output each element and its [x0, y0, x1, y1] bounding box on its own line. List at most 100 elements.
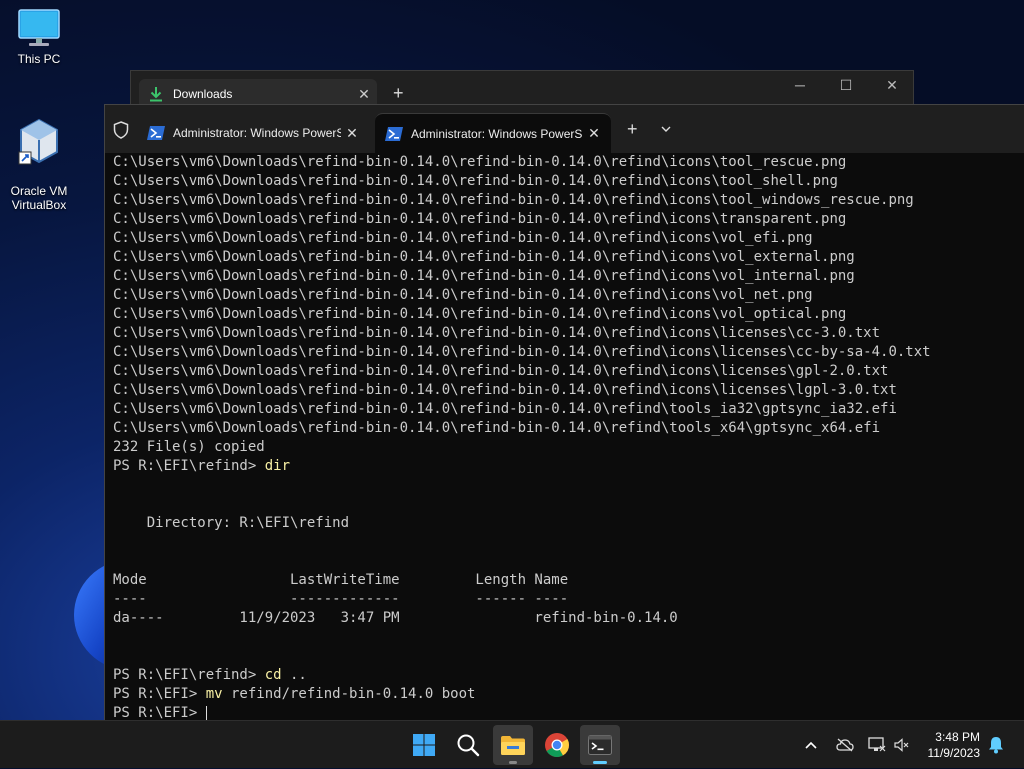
desktop-icon-label: Oracle VM VirtualBox	[10, 184, 68, 212]
output-text: C:\Users\vm6\Downloads\refind-bin-0.14.0…	[113, 420, 881, 436]
chrome-button[interactable]	[537, 725, 577, 765]
command-args: ..	[281, 667, 307, 683]
notification-button[interactable]	[988, 721, 1004, 769]
minimize-button[interactable]: ─	[785, 77, 815, 93]
close-tab-icon[interactable]: ✕	[351, 86, 377, 103]
terminal-line: C:\Users\vm6\Downloads\refind-bin-0.14.0…	[113, 419, 1024, 438]
terminal-line: C:\Users\vm6\Downloads\refind-bin-0.14.0…	[113, 153, 1024, 172]
output-text: 232 File(s) copied	[113, 439, 265, 455]
terminal-line: C:\Users\vm6\Downloads\refind-bin-0.14.0…	[113, 381, 1024, 400]
terminal-line: Mode LastWriteTime Length Name	[113, 571, 1024, 590]
output-text: C:\Users\vm6\Downloads\refind-bin-0.14.0…	[113, 344, 931, 360]
command-text: mv	[205, 686, 223, 702]
output-text: C:\Users\vm6\Downloads\refind-bin-0.14.0…	[113, 382, 897, 398]
chrome-icon	[545, 733, 569, 758]
close-button[interactable]: ✕	[877, 77, 907, 94]
output-text: C:\Users\vm6\Downloads\refind-bin-0.14.0…	[113, 325, 881, 341]
prompt-text: PS R:\EFI\refind>	[113, 458, 265, 474]
terminal-line: C:\Users\vm6\Downloads\refind-bin-0.14.0…	[113, 400, 1024, 419]
folder-icon	[501, 736, 525, 755]
terminal-line: C:\Users\vm6\Downloads\refind-bin-0.14.0…	[113, 305, 1024, 324]
search-button[interactable]	[448, 725, 488, 765]
terminal-output[interactable]: C:\Users\vm6\Downloads\refind-bin-0.14.0…	[113, 153, 1024, 720]
text-cursor	[205, 705, 207, 720]
terminal-line: C:\Users\vm6\Downloads\refind-bin-0.14.0…	[113, 210, 1024, 229]
terminal-tab-1[interactable]: Administrator: Windows PowerShell ✕	[137, 113, 369, 153]
terminal-line: C:\Users\vm6\Downloads\refind-bin-0.14.0…	[113, 191, 1024, 210]
chevron-up-icon	[805, 741, 817, 749]
maximize-button[interactable]: ☐	[831, 77, 861, 94]
close-tab-icon[interactable]: ✕	[583, 125, 605, 142]
terminal-line: C:\Users\vm6\Downloads\refind-bin-0.14.0…	[113, 267, 1024, 286]
volume-muted-icon[interactable]	[894, 721, 910, 769]
prompt-text: PS R:\EFI\refind>	[113, 667, 265, 683]
terminal-line: 232 File(s) copied	[113, 438, 1024, 457]
terminal-line: C:\Users\vm6\Downloads\refind-bin-0.14.0…	[113, 324, 1024, 343]
explorer-tab-label: Downloads	[173, 87, 233, 101]
terminal-line: C:\Users\vm6\Downloads\refind-bin-0.14.0…	[113, 362, 1024, 381]
desktop-icon-label: This PC	[17, 52, 61, 66]
desktop-icon-this-pc[interactable]: This PC	[4, 8, 74, 66]
download-icon	[150, 87, 162, 102]
monitor-icon	[18, 9, 60, 46]
new-tab-button[interactable]: +	[627, 119, 638, 140]
prompt-text: PS R:\EFI>	[113, 705, 206, 720]
output-text: C:\Users\vm6\Downloads\refind-bin-0.14.0…	[113, 154, 847, 170]
terminal-line: Directory: R:\EFI\refind	[113, 514, 1024, 533]
new-tab-button[interactable]: +	[393, 83, 404, 104]
search-icon	[457, 734, 480, 757]
clock-date: 11/9/2023	[927, 746, 981, 760]
output-text: Mode LastWriteTime Length Name	[113, 572, 569, 588]
terminal-line: C:\Users\vm6\Downloads\refind-bin-0.14.0…	[113, 248, 1024, 267]
terminal-line: C:\Users\vm6\Downloads\refind-bin-0.14.0…	[113, 229, 1024, 248]
start-button[interactable]	[404, 725, 444, 765]
output-text: ---- ------------- ------ ----	[113, 591, 569, 607]
clock-time: 3:48 PM	[935, 730, 980, 744]
terminal-line: PS R:\EFI\refind> dir	[113, 457, 1024, 476]
powershell-icon	[385, 126, 403, 141]
output-text: Directory: R:\EFI\refind	[113, 515, 350, 531]
output-text: C:\Users\vm6\Downloads\refind-bin-0.14.0…	[113, 173, 838, 189]
terminal-line: PS R:\EFI\refind> cd ..	[113, 666, 1024, 685]
terminal-button[interactable]	[580, 725, 620, 765]
terminal-line: ---- ------------- ------ ----	[113, 590, 1024, 609]
command-text: cd	[264, 667, 282, 683]
terminal-line: C:\Users\vm6\Downloads\refind-bin-0.14.0…	[113, 286, 1024, 305]
network-icon[interactable]	[868, 721, 886, 769]
active-app-indicator	[593, 761, 607, 764]
output-text: C:\Users\vm6\Downloads\refind-bin-0.14.0…	[113, 230, 813, 246]
output-text: C:\Users\vm6\Downloads\refind-bin-0.14.0…	[113, 401, 897, 417]
output-text: C:\Users\vm6\Downloads\refind-bin-0.14.0…	[113, 268, 855, 284]
desktop-icon-virtualbox[interactable]: Oracle VM VirtualBox	[4, 104, 74, 212]
terminal-tab-label: Administrator: Windows PowerShell	[411, 126, 583, 141]
tray-overflow-button[interactable]	[804, 721, 818, 769]
shield-icon	[113, 121, 129, 139]
file-explorer-button[interactable]	[493, 725, 533, 765]
chevron-down-icon[interactable]	[661, 122, 671, 136]
terminal-tab-2[interactable]: Administrator: Windows PowerShell ✕	[375, 113, 611, 153]
taskbar: 3:48 PM 11/9/2023	[0, 720, 1024, 768]
output-text: C:\Users\vm6\Downloads\refind-bin-0.14.0…	[113, 249, 855, 265]
close-tab-icon[interactable]: ✕	[341, 125, 363, 142]
command-text: dir	[264, 458, 291, 474]
output-text: C:\Users\vm6\Downloads\refind-bin-0.14.0…	[113, 306, 847, 322]
output-text: C:\Users\vm6\Downloads\refind-bin-0.14.0…	[113, 192, 914, 208]
bell-icon	[989, 737, 1003, 754]
terminal-tab-label: Administrator: Windows PowerShell	[173, 126, 341, 140]
terminal-line: PS R:\EFI> mv refind/refind-bin-0.14.0 b…	[113, 685, 1024, 704]
output-text: C:\Users\vm6\Downloads\refind-bin-0.14.0…	[113, 287, 813, 303]
virtualbox-icon	[18, 118, 58, 165]
onedrive-offline-icon[interactable]	[836, 721, 854, 769]
output-text: C:\Users\vm6\Downloads\refind-bin-0.14.0…	[113, 363, 889, 379]
terminal-line: C:\Users\vm6\Downloads\refind-bin-0.14.0…	[113, 172, 1024, 191]
terminal-window[interactable]: Administrator: Windows PowerShell ✕ Admi…	[104, 104, 1024, 720]
system-clock[interactable]: 3:48 PM 11/9/2023	[928, 729, 981, 761]
running-indicator	[509, 761, 517, 764]
terminal-line: da---- 11/9/2023 3:47 PM refind-bin-0.14…	[113, 609, 1024, 628]
